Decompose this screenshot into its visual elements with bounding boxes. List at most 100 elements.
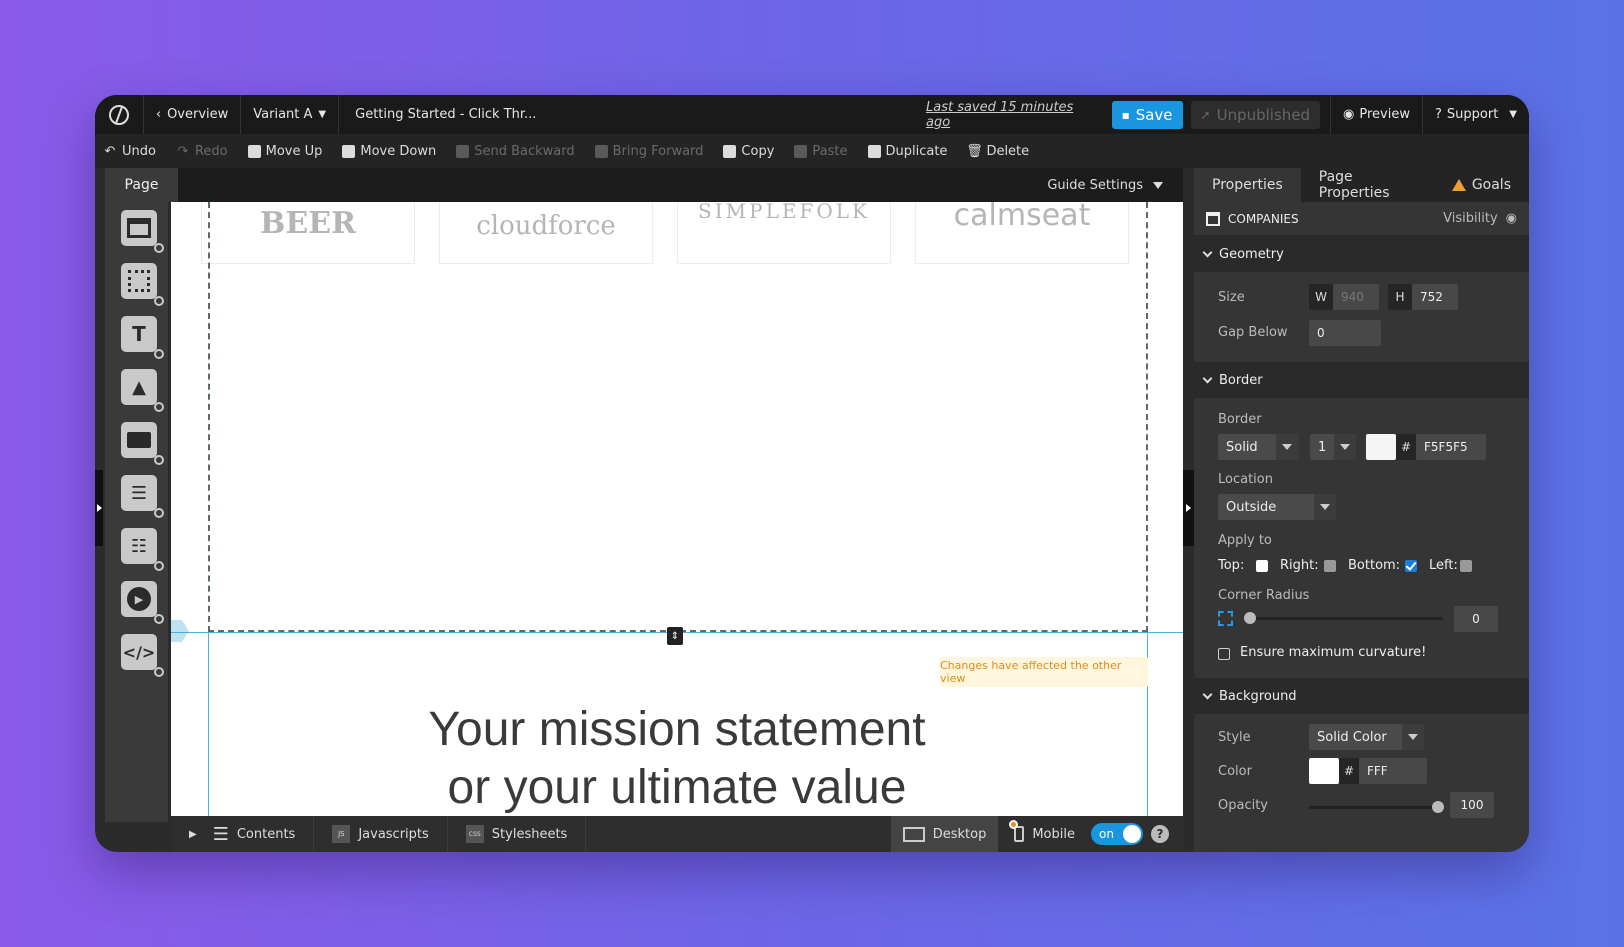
send-backward-button[interactable]: Send Backward	[456, 144, 575, 159]
redo-button[interactable]: ↷ Redo	[176, 144, 228, 159]
variant-select[interactable]: Variant A ▼	[241, 95, 340, 134]
resize-handle-icon[interactable]: ⇕	[667, 627, 683, 645]
button-glyph	[127, 432, 151, 448]
bg-color-input[interactable]: FFF	[1359, 758, 1427, 784]
section-icon[interactable]	[121, 210, 164, 253]
undo-label: Undo	[122, 143, 156, 159]
component-row: COMPANIES Visibility ◉	[1194, 202, 1529, 236]
left-checkbox[interactable]	[1460, 560, 1472, 572]
image-icon[interactable]: ▲	[121, 369, 164, 412]
border-width-select[interactable]: 1	[1310, 434, 1356, 460]
undo-button[interactable]: ↶ Undo	[103, 144, 156, 159]
background-section: Style Solid Color Color # FFF Opacity 10…	[1194, 714, 1529, 834]
left-label: Left:	[1429, 558, 1458, 573]
section-edge-marker[interactable]	[171, 620, 189, 642]
left-panel-toggle[interactable]	[95, 470, 103, 546]
bottom-checkbox[interactable]	[1405, 560, 1417, 572]
unpublished-button[interactable]: ➚ Unpublished	[1190, 100, 1321, 129]
video-icon[interactable]: ▶	[121, 581, 164, 624]
geometry-section-header[interactable]: Geometry	[1194, 236, 1529, 272]
move-up-button[interactable]: Move Up	[247, 144, 322, 159]
corner-link-icon[interactable]	[1218, 611, 1233, 626]
bg-style-select[interactable]: Solid Color	[1309, 724, 1424, 750]
monitor-icon	[902, 826, 925, 842]
background-section-header[interactable]: Background	[1194, 678, 1529, 714]
corner-radius-knob[interactable]	[1244, 612, 1256, 624]
value-headline[interactable]: or your ultimate value	[171, 760, 1183, 815]
overview-button[interactable]: ‹ Overview	[144, 95, 242, 134]
stylesheets-button[interactable]: CSS Stylesheets	[448, 816, 587, 852]
mobile-view-button[interactable]: Mobile	[998, 816, 1083, 852]
mobile-label: Mobile	[1032, 826, 1075, 842]
delete-button[interactable]: 🗑 Delete	[966, 144, 1029, 159]
top-bar: ‹ Overview Variant A ▼ Getting Started -…	[95, 95, 1529, 134]
tab-page-properties[interactable]: Page Properties	[1301, 168, 1438, 202]
tab-properties[interactable]: Properties	[1194, 168, 1301, 202]
border-color-swatch[interactable]	[1366, 434, 1396, 460]
contents-button[interactable]: ▶ ☰ Contents	[171, 816, 315, 852]
right-checkbox[interactable]	[1324, 560, 1336, 572]
border-style-select[interactable]: Solid	[1218, 434, 1298, 460]
text-icon[interactable]: T	[121, 316, 164, 359]
button-icon[interactable]	[121, 422, 164, 465]
last-saved-link[interactable]: Last saved 15 minutes ago	[926, 100, 1112, 130]
opacity-knob[interactable]	[1432, 801, 1444, 813]
help-icon[interactable]: ?	[1151, 825, 1169, 843]
selected-section-outline[interactable]	[208, 202, 1148, 632]
caret-down-icon[interactable]	[1153, 181, 1163, 189]
drag-dot	[154, 455, 164, 465]
bring-forward-button[interactable]: Bring Forward	[594, 144, 703, 159]
page-tab[interactable]: Page	[105, 168, 178, 202]
hash-tag: #	[1396, 434, 1416, 460]
right-panel-toggle[interactable]	[1183, 470, 1194, 546]
save-button[interactable]: ▪ Save	[1111, 100, 1183, 129]
overview-label: Overview	[167, 107, 229, 122]
desktop-label: Desktop	[932, 826, 987, 842]
curvature-checkbox[interactable]	[1218, 648, 1230, 660]
bg-color-swatch[interactable]	[1309, 758, 1339, 784]
border-color-input[interactable]: F5F5F5	[1416, 434, 1486, 460]
paste-button[interactable]: Paste	[794, 144, 848, 159]
opacity-slider[interactable]	[1309, 806, 1439, 809]
mobile-toggle[interactable]: on	[1091, 823, 1143, 845]
visibility-label: Visibility	[1443, 211, 1498, 226]
curvature-label: Ensure maximum curvature!	[1240, 645, 1427, 660]
app-logo[interactable]	[95, 95, 144, 134]
page-canvas[interactable]: BEER cloudforce SIMPLEFOLK calmseat ⇕ Yo…	[171, 202, 1183, 816]
support-button[interactable]: ? Support ▼	[1422, 95, 1529, 134]
location-value: Outside	[1226, 499, 1277, 515]
copy-button[interactable]: Copy	[723, 144, 774, 159]
lightbox-icon[interactable]: ☷	[121, 528, 164, 571]
properties-panel: Properties Page Properties Goals COMPANI…	[1194, 168, 1529, 852]
corner-radius-input[interactable]: 0	[1454, 606, 1498, 632]
code-icon[interactable]: </>	[121, 634, 164, 677]
page-title[interactable]: Getting Started - Click Thr...	[339, 95, 926, 134]
mission-headline[interactable]: Your mission statement	[171, 702, 1183, 757]
move-up-icon	[247, 144, 261, 158]
tab-goals[interactable]: Goals	[1438, 168, 1529, 202]
width-input[interactable]: 940	[1333, 284, 1379, 310]
eye-icon[interactable]: ◉	[1506, 211, 1517, 226]
drag-dot	[154, 349, 164, 359]
gap-below-input[interactable]: 0	[1309, 320, 1381, 346]
redo-icon: ↷	[177, 143, 189, 159]
duplicate-button[interactable]: Duplicate	[867, 144, 947, 159]
duplicate-icon	[867, 144, 881, 158]
height-input[interactable]: 752	[1412, 284, 1458, 310]
form-glyph: ☰	[130, 482, 148, 504]
box-icon[interactable]	[121, 263, 164, 306]
move-down-button[interactable]: Move Down	[342, 144, 436, 159]
list-icon: ☰	[212, 823, 229, 845]
border-location-select[interactable]: Outside	[1218, 494, 1336, 520]
border-section-header[interactable]: Border	[1194, 362, 1529, 398]
logo-icon	[108, 104, 129, 125]
top-checkbox[interactable]	[1256, 560, 1268, 572]
guide-settings-button[interactable]: Guide Settings	[1047, 178, 1143, 193]
preview-button[interactable]: ◉ Preview	[1330, 95, 1422, 134]
desktop-view-button[interactable]: Desktop	[890, 816, 999, 852]
form-icon[interactable]: ☰	[121, 475, 164, 518]
send-backward-icon	[456, 144, 470, 158]
corner-radius-slider[interactable]	[1248, 617, 1443, 620]
javascripts-button[interactable]: JS Javascripts	[314, 816, 448, 852]
opacity-input[interactable]: 100	[1450, 792, 1494, 818]
